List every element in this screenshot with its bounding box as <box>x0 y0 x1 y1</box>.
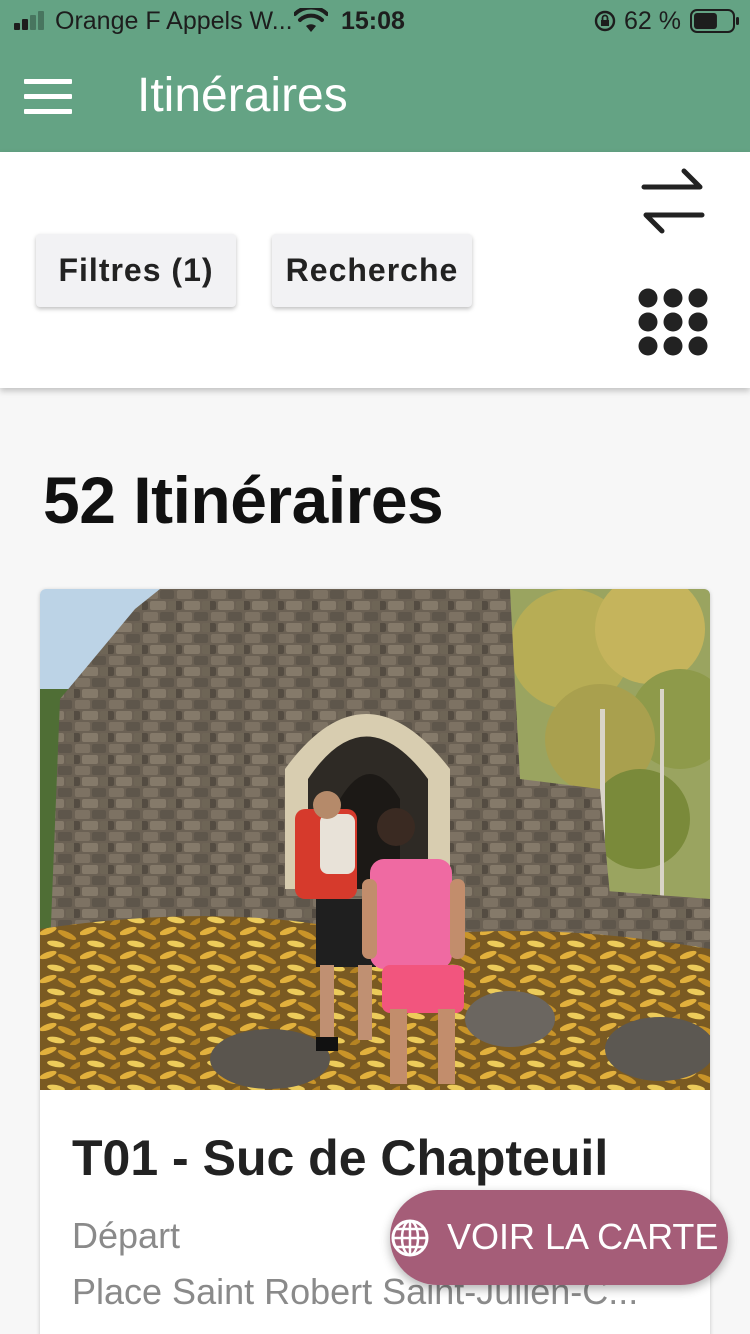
itinerary-photo <box>40 589 710 1090</box>
swap-arrows-icon[interactable] <box>638 162 708 242</box>
battery-icon <box>690 9 739 33</box>
itinerary-title: T01 - Suc de Chapteuil <box>72 1130 609 1186</box>
app-bar: Itinéraires <box>0 42 750 152</box>
results-count-title: 52 Itinéraires <box>43 463 444 537</box>
header: Orange F Appels W... 15:08 62 % Itinérai… <box>0 0 750 152</box>
departure-label: Départ <box>72 1215 181 1256</box>
screen: Orange F Appels W... 15:08 62 % Itinérai… <box>0 0 750 1334</box>
view-map-button[interactable]: VOIR LA CARTE <box>390 1190 728 1285</box>
grid-view-icon[interactable] <box>636 286 710 358</box>
status-bar: Orange F Appels W... 15:08 62 % <box>0 0 750 42</box>
carrier-name: Orange F Appels W... <box>55 7 293 35</box>
wifi-icon <box>294 8 328 32</box>
hamburger-menu-icon[interactable] <box>18 72 78 122</box>
orientation-lock-icon <box>594 10 616 32</box>
page-title: Itinéraires <box>137 69 348 122</box>
search-button[interactable]: Recherche <box>272 234 472 307</box>
view-map-label: VOIR LA CARTE <box>447 1216 719 1257</box>
filters-button[interactable]: Filtres (1) <box>36 234 236 307</box>
globe-icon <box>391 1219 429 1257</box>
clock: 15:08 <box>341 7 405 35</box>
filter-toolbar: Filtres (1) Recherche <box>0 152 750 388</box>
signal-icon <box>14 10 48 30</box>
battery-percent: 62 % <box>624 7 681 35</box>
